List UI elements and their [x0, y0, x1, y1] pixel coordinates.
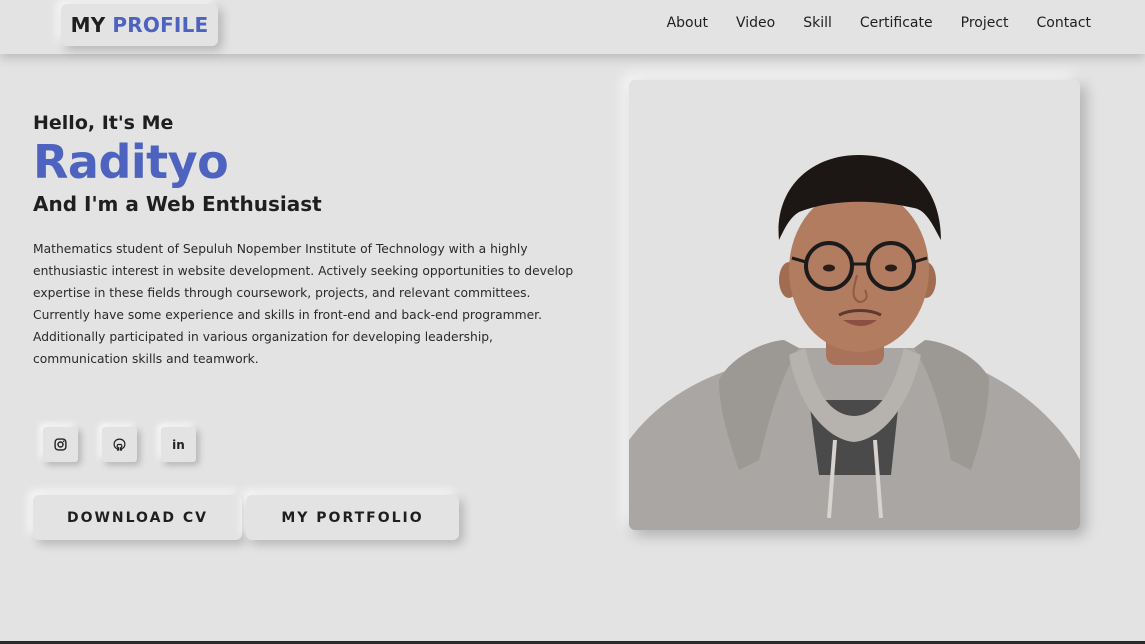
nav-link-about[interactable]: About [667, 15, 708, 31]
social-links: in [43, 427, 196, 462]
nav-link-project[interactable]: Project [961, 15, 1009, 31]
my-portfolio-button[interactable]: MY PORTFOLIO [246, 495, 459, 540]
hero-intro: Hello, It's Me Radityo And I'm a Web Ent… [33, 112, 593, 370]
logo-text-my: MY [70, 13, 106, 37]
nav-link-contact[interactable]: Contact [1037, 15, 1091, 31]
hero-bio: Mathematics student of Sepuluh Nopember … [33, 242, 574, 366]
nav-link-skill[interactable]: Skill [803, 15, 832, 31]
profile-photo [629, 80, 1080, 530]
nav-links: About Video Skill Certificate Project Co… [667, 15, 1091, 31]
github-icon [113, 438, 126, 451]
nav-link-certificate[interactable]: Certificate [860, 15, 933, 31]
hero-greeting: Hello, It's Me [33, 112, 174, 134]
nav-link-video[interactable]: Video [736, 15, 775, 31]
github-link[interactable] [102, 427, 137, 462]
profile-photo-illustration [629, 80, 1080, 530]
hero-name: Radityo [33, 135, 229, 189]
download-cv-button[interactable]: DOWNLOAD CV [33, 495, 242, 540]
linkedin-link[interactable]: in [161, 427, 196, 462]
site-logo[interactable]: MY PROFILE [61, 4, 218, 46]
logo-text-profile: PROFILE [112, 13, 209, 37]
instagram-icon [54, 438, 67, 451]
hero-buttons: DOWNLOAD CV MY PORTFOLIO [33, 495, 459, 540]
linkedin-icon: in [172, 437, 185, 452]
hero-role: And I'm a Web Enthusiast [33, 192, 322, 216]
navbar: MY PROFILE About Video Skill Certificate… [0, 0, 1145, 54]
instagram-link[interactable] [43, 427, 78, 462]
